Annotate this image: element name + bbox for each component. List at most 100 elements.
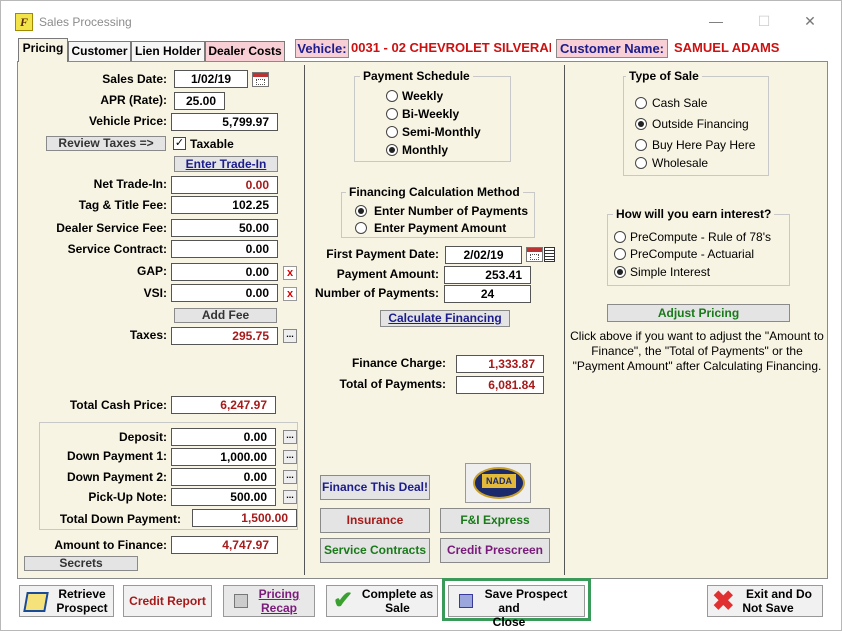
- deposit-more-button[interactable]: ...: [283, 430, 297, 444]
- taxable-checkbox[interactable]: ✓: [173, 137, 186, 150]
- number-of-payments-label: Number of Payments:: [314, 286, 439, 300]
- radio-cash-sale[interactable]: [635, 97, 647, 109]
- deposit-field[interactable]: 0.00: [171, 428, 276, 446]
- deposit-label: Deposit:: [119, 430, 167, 444]
- taxes-more-button[interactable]: ...: [283, 329, 297, 343]
- down-payment-2-label: Down Payment 2:: [66, 470, 167, 484]
- exit-not-save-button[interactable]: ✖ Exit and Do Not Save: [707, 585, 823, 617]
- retrieve-prospect-line2: Prospect: [56, 601, 108, 615]
- payment-schedule-title: Payment Schedule: [360, 69, 473, 83]
- first-payment-date-field[interactable]: 2/02/19: [445, 246, 522, 264]
- net-trade-in-field[interactable]: 0.00: [171, 176, 278, 194]
- total-cash-price-label: Total Cash Price:: [69, 398, 167, 412]
- window-title: Sales Processing: [39, 15, 132, 29]
- calc-method-title: Financing Calculation Method: [346, 185, 523, 199]
- number-of-payments-field[interactable]: 24: [444, 285, 531, 303]
- radio-enter-number-of-payments[interactable]: [355, 205, 367, 217]
- save-prospect-line1: Save Prospect: [484, 587, 568, 601]
- pick-up-note-label: Pick-Up Note:: [88, 490, 167, 504]
- radio-bi-weekly[interactable]: [386, 108, 398, 120]
- total-down-payment-label: Total Down Payment:: [59, 512, 181, 526]
- review-taxes-button[interactable]: Review Taxes =>: [46, 136, 166, 151]
- adjust-pricing-help: Click above if you want to adjust the "A…: [570, 329, 824, 373]
- calendar-icon[interactable]: [526, 247, 543, 262]
- sales-date-field[interactable]: 1/02/19: [174, 70, 248, 88]
- sales-processing-window: F Sales Processing — ☐ ✕ Pricing Custome…: [0, 0, 842, 631]
- down-payment-2-more-button[interactable]: ...: [283, 470, 297, 484]
- insurance-button[interactable]: Insurance: [320, 508, 430, 533]
- gap-field[interactable]: 0.00: [171, 263, 278, 281]
- service-contracts-button[interactable]: Service Contracts: [320, 538, 430, 563]
- secrets-button[interactable]: Secrets: [24, 556, 138, 571]
- printer-icon: [234, 594, 248, 608]
- tab-dealer-costs[interactable]: Dealer Costs: [205, 41, 285, 61]
- monthly-label: Monthly: [402, 143, 448, 157]
- radio-rule-of-78s[interactable]: [614, 231, 626, 243]
- amount-to-finance-field: 4,747.97: [171, 536, 278, 554]
- calculate-financing-button[interactable]: Calculate Financing: [380, 310, 510, 327]
- fi-express-button[interactable]: F&I Express: [440, 508, 550, 533]
- close-window-button[interactable]: ✕: [795, 9, 825, 33]
- down-payment-1-field[interactable]: 1,000.00: [171, 448, 276, 466]
- customer-name-value: SAMUEL ADAMS: [674, 40, 780, 55]
- complete-as-sale-button[interactable]: ✔ Complete as Sale: [326, 585, 438, 617]
- type-of-sale-title: Type of Sale: [626, 69, 702, 83]
- credit-report-button[interactable]: Credit Report: [123, 585, 212, 617]
- vsi-field[interactable]: 0.00: [171, 284, 278, 302]
- tab-customer[interactable]: Customer: [68, 41, 131, 61]
- tag-title-field[interactable]: 102.25: [171, 196, 278, 214]
- rule-of-78s-label: PreCompute - Rule of 78's: [630, 230, 772, 244]
- minimize-button[interactable]: —: [701, 9, 731, 33]
- retrieve-prospect-line1: Retrieve: [58, 587, 106, 601]
- radio-actuarial[interactable]: [614, 248, 626, 260]
- first-payment-date-label: First Payment Date:: [326, 247, 439, 261]
- radio-enter-payment-amount[interactable]: [355, 222, 367, 234]
- outside-financing-label: Outside Financing: [652, 117, 749, 131]
- credit-prescreen-button[interactable]: Credit Prescreen: [440, 538, 550, 563]
- pick-up-note-more-button[interactable]: ...: [283, 490, 297, 504]
- radio-semi-monthly[interactable]: [386, 126, 398, 138]
- down-payment-2-field[interactable]: 0.00: [171, 468, 276, 486]
- add-fee-button[interactable]: Add Fee: [174, 308, 277, 323]
- sales-date-label: Sales Date:: [102, 72, 167, 86]
- clear-vsi-button[interactable]: x: [283, 287, 297, 301]
- radio-buy-here-pay-here[interactable]: [635, 139, 647, 151]
- pricing-recap-button[interactable]: Pricing Recap: [223, 585, 315, 617]
- payment-amount-field[interactable]: 253.41: [444, 266, 531, 284]
- tab-pricing[interactable]: Pricing: [18, 38, 68, 62]
- service-contract-field[interactable]: 0.00: [171, 240, 278, 258]
- maximize-button[interactable]: ☐: [749, 9, 779, 33]
- adjust-pricing-button[interactable]: Adjust Pricing: [607, 304, 790, 322]
- complete-as-sale-line1: Complete as: [361, 587, 434, 601]
- retrieve-prospect-button[interactable]: Retrieve Prospect: [19, 585, 114, 617]
- dealer-service-fee-field[interactable]: 50.00: [171, 219, 278, 237]
- actuarial-label: PreCompute - Actuarial: [630, 247, 755, 261]
- checkmark-icon: ✔: [333, 587, 354, 614]
- save-prospect-line2: and Close: [492, 601, 526, 629]
- buy-here-pay-here-label: Buy Here Pay Here: [652, 138, 756, 152]
- radio-simple-interest[interactable]: [614, 266, 626, 278]
- finance-charge-field: 1,333.87: [456, 355, 544, 373]
- calculator-icon[interactable]: [544, 247, 555, 262]
- radio-wholesale[interactable]: [635, 157, 647, 169]
- nada-button[interactable]: NADA: [465, 463, 531, 503]
- vehicle-price-field[interactable]: 5,799.97: [171, 113, 278, 131]
- exit-not-save-line2: Not Save: [742, 601, 794, 615]
- pick-up-note-field[interactable]: 500.00: [171, 488, 276, 506]
- calendar-icon[interactable]: [252, 72, 269, 87]
- finance-this-deal-button[interactable]: Finance This Deal!: [320, 475, 430, 500]
- customer-name-button[interactable]: Customer Name:: [556, 39, 668, 58]
- radio-weekly[interactable]: [386, 90, 398, 102]
- enter-trade-in-button[interactable]: Enter Trade-In: [174, 156, 278, 172]
- tab-lien-holder[interactable]: Lien Holder: [131, 41, 205, 61]
- radio-monthly[interactable]: [386, 144, 398, 156]
- enter-payment-amount-label: Enter Payment Amount: [374, 221, 507, 235]
- save-prospect-button[interactable]: Save Prospect and Close: [448, 585, 585, 629]
- taxes-field[interactable]: 295.75: [171, 327, 278, 345]
- total-cash-price-field: 6,247.97: [171, 396, 276, 414]
- radio-outside-financing[interactable]: [635, 118, 647, 130]
- down-payment-1-more-button[interactable]: ...: [283, 450, 297, 464]
- clear-gap-button[interactable]: x: [283, 266, 297, 280]
- apr-field[interactable]: 25.00: [174, 92, 225, 110]
- vehicle-button[interactable]: Vehicle:: [295, 39, 349, 58]
